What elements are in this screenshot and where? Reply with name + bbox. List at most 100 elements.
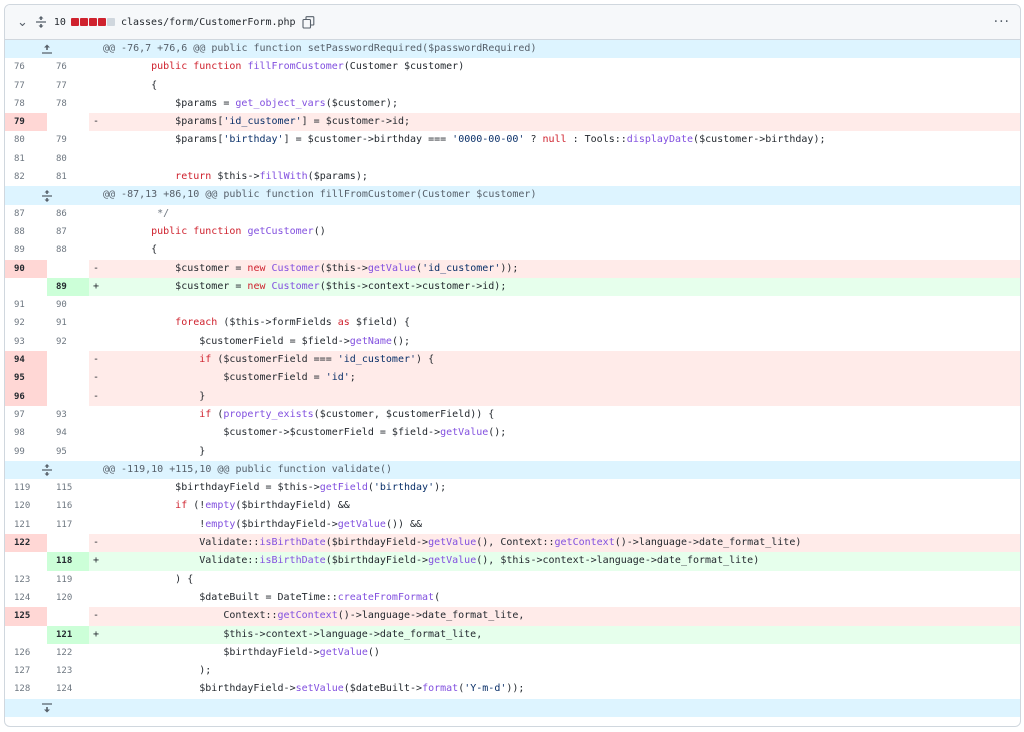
- old-line-number[interactable]: 96: [5, 387, 47, 406]
- old-line-number[interactable]: 99: [5, 443, 47, 461]
- code-line: $customer = new Customer($this->context-…: [103, 277, 1020, 297]
- old-line-number[interactable]: 78: [5, 95, 47, 113]
- old-line-number[interactable]: 80: [5, 131, 47, 149]
- code-line: }: [103, 387, 1020, 406]
- code-line: Validate::isBirthDate($birthdayField->ge…: [103, 552, 1020, 571]
- context-line-row: 127 123 );: [5, 662, 1020, 680]
- expand-down-icon[interactable]: [5, 698, 89, 717]
- old-line-number[interactable]: 126: [5, 644, 47, 662]
- new-line-number[interactable]: 89: [47, 277, 89, 297]
- file-options-menu-icon[interactable]: ···: [994, 14, 1010, 30]
- old-line-number[interactable]: 76: [5, 58, 47, 76]
- old-line-number[interactable]: 124: [5, 589, 47, 607]
- new-line-number[interactable]: 94: [47, 424, 89, 442]
- expand-up-icon[interactable]: [5, 40, 89, 59]
- old-line-number[interactable]: 81: [5, 150, 47, 168]
- new-line-number[interactable]: 88: [47, 241, 89, 259]
- context-line-row: 120 116 if (!empty($birthdayField) &&: [5, 497, 1020, 515]
- old-line-number[interactable]: 122: [5, 534, 47, 553]
- new-line-number[interactable]: 95: [47, 443, 89, 461]
- hunk-header-text: [89, 698, 1020, 717]
- expand-all-icon[interactable]: [35, 16, 47, 28]
- old-line-number[interactable]: 120: [5, 497, 47, 515]
- new-line-number[interactable]: 86: [47, 205, 89, 223]
- old-line-number[interactable]: 79: [5, 113, 47, 132]
- old-line-number[interactable]: 87: [5, 205, 47, 223]
- expand-both-icon[interactable]: [5, 186, 89, 205]
- hunk-header-text: @@ -119,10 +115,10 @@ public function va…: [89, 460, 1020, 480]
- context-line-row: 126 122 $birthdayField->getValue(): [5, 644, 1020, 662]
- new-line-number[interactable]: 77: [47, 77, 89, 95]
- old-line-number[interactable]: 125: [5, 607, 47, 626]
- new-line-number[interactable]: 78: [47, 95, 89, 113]
- context-line-row: 89 88 {: [5, 241, 1020, 259]
- code-line: $birthdayField->getValue(): [223, 646, 380, 658]
- changes-count: 10: [53, 16, 66, 28]
- old-line-number[interactable]: 82: [5, 168, 47, 186]
- diff-marker: -: [89, 387, 103, 406]
- old-line-number[interactable]: 77: [5, 77, 47, 95]
- code-line: !empty($birthdayField->getValue()) &&: [127, 518, 423, 530]
- diff-marker: -: [89, 113, 103, 132]
- new-line-number[interactable]: 92: [47, 333, 89, 351]
- diffstat-bar: [70, 18, 115, 26]
- new-line-number[interactable]: 90: [47, 296, 89, 314]
- new-line-number[interactable]: 119: [47, 571, 89, 589]
- expand-both-icon[interactable]: [5, 460, 89, 480]
- new-line-number[interactable]: 76: [47, 58, 89, 76]
- deleted-line-row: 79 - $params['id_customer'] = $customer->…: [5, 113, 1020, 132]
- context-line-row: 119 115 $birthdayField = $this->getField(…: [5, 479, 1020, 497]
- diff-marker: -: [89, 259, 103, 278]
- old-line-number[interactable]: 123: [5, 571, 47, 589]
- diff-marker: +: [89, 552, 103, 571]
- new-line-number[interactable]: 81: [47, 168, 89, 186]
- new-line-number[interactable]: 124: [47, 680, 89, 698]
- code-line: $params = get_object_vars($customer);: [175, 97, 398, 109]
- context-line-row: 81 80: [5, 150, 1020, 168]
- context-line-row: 99 95 }: [5, 443, 1020, 461]
- new-line-number[interactable]: 118: [47, 552, 89, 571]
- code-line: $birthdayField = $this->getField('birthd…: [175, 482, 447, 494]
- code-line: $params['birthday'] = $customer->birthda…: [175, 134, 826, 146]
- new-line-number[interactable]: 93: [47, 406, 89, 424]
- copy-path-icon[interactable]: [302, 15, 315, 29]
- code-line: Validate::isBirthDate($birthdayField->ge…: [103, 534, 1020, 553]
- new-line-number[interactable]: 116: [47, 497, 89, 515]
- old-line-number[interactable]: 92: [5, 314, 47, 332]
- file-header: ⌄ 10 classes/form/CustomerForm.php ···: [5, 5, 1020, 40]
- new-line-number[interactable]: 79: [47, 131, 89, 149]
- old-line-number[interactable]: 127: [5, 662, 47, 680]
- code-line: if (!empty($birthdayField) &&: [175, 500, 350, 512]
- old-line-number[interactable]: 128: [5, 680, 47, 698]
- collapse-chevron-icon[interactable]: ⌄: [17, 16, 28, 29]
- old-line-number[interactable]: 119: [5, 479, 47, 497]
- code-line: */: [127, 207, 170, 219]
- diff-marker: -: [89, 534, 103, 553]
- code-line: return $this->fillWith($params);: [175, 171, 368, 183]
- old-line-number[interactable]: 91: [5, 296, 47, 314]
- added-line-row: 121 + $this->context->language->date_form…: [5, 625, 1020, 644]
- new-line-number[interactable]: 120: [47, 589, 89, 607]
- new-line-number[interactable]: 80: [47, 150, 89, 168]
- new-line-number[interactable]: 122: [47, 644, 89, 662]
- new-line-number[interactable]: 117: [47, 516, 89, 534]
- new-line-number[interactable]: 123: [47, 662, 89, 680]
- new-line-number[interactable]: 115: [47, 479, 89, 497]
- old-line-number[interactable]: 121: [5, 516, 47, 534]
- hunk-header-row: @@ -76,7 +76,6 @@ public function setPas…: [5, 40, 1020, 59]
- context-line-row: 78 78 $params = get_object_vars($customer…: [5, 95, 1020, 113]
- file-path-link[interactable]: classes/form/CustomerForm.php: [121, 17, 296, 28]
- old-line-number[interactable]: 88: [5, 223, 47, 241]
- new-line-number[interactable]: 91: [47, 314, 89, 332]
- old-line-number[interactable]: 95: [5, 369, 47, 388]
- old-line-number[interactable]: 97: [5, 406, 47, 424]
- old-line-number[interactable]: 98: [5, 424, 47, 442]
- context-line-row: 88 87 public function getCustomer(): [5, 223, 1020, 241]
- code-line: foreach ($this->formFields as $field) {: [175, 317, 411, 329]
- new-line-number[interactable]: 121: [47, 625, 89, 644]
- old-line-number[interactable]: 89: [5, 241, 47, 259]
- old-line-number[interactable]: 94: [5, 351, 47, 370]
- new-line-number[interactable]: 87: [47, 223, 89, 241]
- old-line-number[interactable]: 93: [5, 333, 47, 351]
- old-line-number[interactable]: 90: [5, 259, 47, 278]
